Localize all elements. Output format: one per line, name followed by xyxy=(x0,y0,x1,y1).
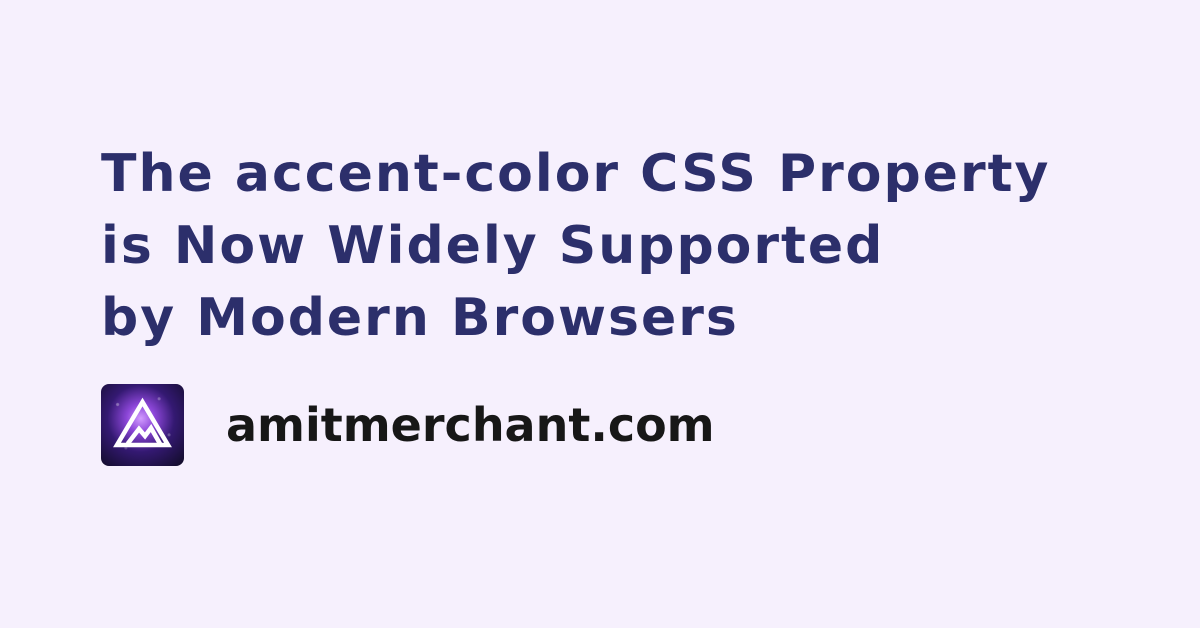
mountain-triangle-icon xyxy=(113,397,172,448)
social-card: The accent-color CSS Property is Now Wid… xyxy=(0,0,1200,628)
title-line-1: The accent-color CSS Property xyxy=(101,144,1051,204)
site-logo xyxy=(101,384,184,466)
title-line-3: by Modern Browsers xyxy=(101,288,739,348)
page-title: The accent-color CSS Property is Now Wid… xyxy=(101,138,1141,354)
title-line-2: is Now Widely Supported xyxy=(101,216,885,276)
site-brand: amitmerchant.com xyxy=(101,384,715,466)
site-domain: amitmerchant.com xyxy=(226,398,715,452)
